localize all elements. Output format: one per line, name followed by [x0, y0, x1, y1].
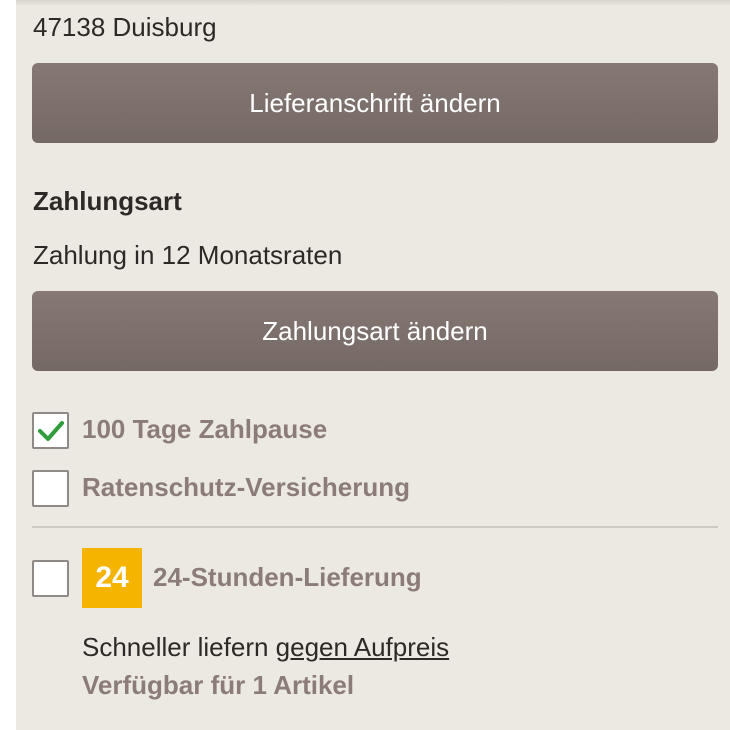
divider: [32, 526, 718, 528]
payment-heading: Zahlungsart: [33, 186, 182, 216]
delivery-24h-checkbox[interactable]: [32, 560, 69, 597]
change-payment-button[interactable]: Zahlungsart ändern: [32, 291, 718, 371]
surcharge-link[interactable]: gegen Aufpreis: [276, 632, 449, 662]
zahlpause-label[interactable]: 100 Tage Zahlpause: [82, 414, 327, 445]
zahlpause-checkbox[interactable]: [32, 412, 69, 449]
delivery-24h-label[interactable]: 24-Stunden-Lieferung: [153, 562, 422, 593]
checkmark-icon: [38, 421, 64, 441]
ratenschutz-label[interactable]: Ratenschutz-Versicherung: [82, 472, 410, 503]
availability-text: Verfügbar für 1 Artikel: [82, 670, 355, 700]
panel-top-shadow: [16, 0, 730, 6]
ratenschutz-checkbox[interactable]: [32, 470, 69, 507]
delivery-24h-badge: 24: [82, 548, 142, 608]
change-address-button[interactable]: Lieferanschrift ändern: [32, 63, 718, 143]
delivery-description: Schneller liefern gegen Aufpreis: [82, 632, 449, 663]
address-city-line: 47138 Duisburg: [33, 12, 217, 42]
payment-method: Zahlung in 12 Monatsraten: [33, 240, 343, 270]
delivery-desc-prefix: Schneller liefern: [82, 632, 276, 662]
